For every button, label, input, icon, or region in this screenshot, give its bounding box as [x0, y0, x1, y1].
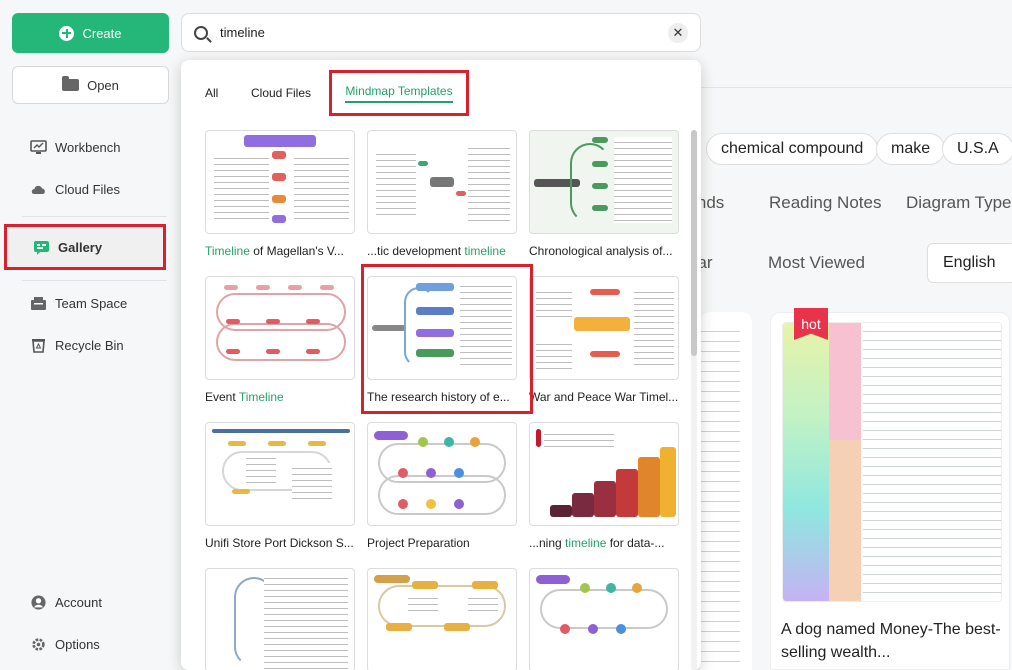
- result-thumbnail: [367, 568, 517, 670]
- tag-label: chemical compound: [721, 140, 864, 157]
- recycle-bin-icon: [32, 338, 45, 353]
- result-item[interactable]: [367, 568, 517, 670]
- result-item[interactable]: [529, 568, 679, 670]
- gallery-icon: [34, 240, 49, 255]
- cloud-icon: [31, 185, 45, 194]
- results-scrollbar[interactable]: [691, 130, 697, 670]
- result-thumbnail: [367, 422, 517, 526]
- language-select[interactable]: English: [927, 243, 1012, 283]
- open-label: Open: [87, 77, 119, 93]
- plus-icon: [59, 25, 75, 41]
- sidebar-item-label: Gallery: [58, 239, 103, 255]
- card-title: A dog named Money-The best-selling wealt…: [781, 621, 1001, 661]
- result-title: Event Timeline: [205, 390, 284, 404]
- result-title: Chronological analysis of...: [529, 244, 673, 258]
- card-thumbnail: [700, 322, 740, 670]
- tab-cloud-files[interactable]: Cloud Files: [251, 86, 311, 100]
- account-icon: [31, 594, 46, 610]
- category-reading-notes[interactable]: Reading Notes: [769, 193, 881, 213]
- sidebar-item-label: Account: [55, 594, 102, 610]
- result-thumbnail: [529, 422, 679, 526]
- gallery-card[interactable]: [770, 312, 1010, 670]
- sidebar: Create Open Workbench Cloud Files Galler…: [0, 0, 176, 670]
- sidebar-item-team-space[interactable]: Team Space: [30, 291, 127, 315]
- card-thumbnail: [782, 322, 1002, 602]
- result-thumbnail: [529, 276, 679, 380]
- search-input[interactable]: timeline ✕: [181, 13, 701, 52]
- result-title: Project Preparation: [367, 536, 470, 550]
- result-thumbnail: [529, 568, 679, 670]
- result-item[interactable]: War and Peace War Timel...: [529, 276, 679, 404]
- tab-label: Mindmap Templates: [345, 84, 453, 103]
- result-thumbnail: [205, 568, 355, 670]
- sidebar-divider: [22, 280, 167, 281]
- scrollbar-thumb[interactable]: [691, 130, 697, 356]
- result-thumbnail: [529, 130, 679, 234]
- result-tabs: All Cloud Files Mindmap Templates: [181, 60, 701, 120]
- sidebar-item-label: Recycle Bin: [55, 337, 124, 353]
- annotation-highlight: [361, 264, 533, 414]
- team-space-icon: [31, 296, 46, 310]
- sidebar-divider: [22, 216, 167, 217]
- create-button[interactable]: Create: [12, 13, 169, 53]
- sidebar-item-options[interactable]: Options: [30, 632, 100, 656]
- sidebar-item-cloud-files[interactable]: Cloud Files: [30, 177, 120, 201]
- clear-search-button[interactable]: ✕: [668, 22, 688, 43]
- tag-label: make: [891, 140, 931, 157]
- sidebar-item-label: Options: [55, 636, 100, 652]
- workbench-icon: [30, 139, 47, 154]
- open-button[interactable]: Open: [12, 66, 169, 104]
- result-item[interactable]: Project Preparation: [367, 422, 517, 550]
- result-item[interactable]: Unifi Store Port Dickson S...: [205, 422, 355, 550]
- result-item[interactable]: ...tic development timeline: [367, 130, 517, 258]
- result-thumbnail: [367, 130, 517, 234]
- tab-all[interactable]: All: [205, 86, 218, 100]
- sidebar-item-account[interactable]: Account: [30, 590, 102, 614]
- tab-mindmap-templates[interactable]: Mindmap Templates: [329, 70, 469, 116]
- category-diagram-type[interactable]: Diagram Type: [906, 193, 1012, 213]
- result-title: ...ning timeline for data-...: [529, 536, 665, 550]
- search-results-dropdown: All Cloud Files Mindmap Templates Timeli…: [181, 60, 701, 670]
- result-item[interactable]: Event Timeline: [205, 276, 355, 404]
- result-thumbnail: [205, 130, 355, 234]
- result-title: ...tic development timeline: [367, 244, 506, 258]
- gallery-top-area: [700, 58, 1012, 88]
- tag-usa[interactable]: U.S.A: [942, 133, 1012, 165]
- result-title: Unifi Store Port Dickson S...: [205, 536, 354, 550]
- sidebar-item-label: Team Space: [55, 295, 128, 311]
- result-item[interactable]: [205, 568, 355, 670]
- folder-icon: [62, 76, 80, 91]
- sidebar-item-workbench[interactable]: Workbench: [30, 135, 121, 159]
- search-icon: [194, 25, 208, 40]
- sort-most-viewed[interactable]: Most Viewed: [768, 253, 865, 273]
- tag-chemical-compound[interactable]: chemical compound: [706, 133, 879, 165]
- sidebar-item-label: Workbench: [55, 139, 121, 155]
- sidebar-item-recycle-bin[interactable]: Recycle Bin: [30, 333, 124, 357]
- result-thumbnail: [205, 422, 355, 526]
- search-value: timeline: [220, 25, 265, 40]
- sidebar-item-label: Cloud Files: [55, 181, 121, 197]
- result-title: Timeline of Magellan's V...: [205, 244, 344, 258]
- result-title: War and Peace War Timel...: [529, 390, 679, 404]
- sidebar-item-gallery[interactable]: Gallery: [4, 224, 166, 270]
- gear-icon: [32, 637, 45, 651]
- result-item[interactable]: Timeline of Magellan's V...: [205, 130, 355, 258]
- tag-make[interactable]: make: [876, 133, 946, 165]
- tag-label: U.S.A: [957, 140, 999, 157]
- create-label: Create: [82, 25, 122, 41]
- result-item[interactable]: ...ning timeline for data-...: [529, 422, 679, 550]
- result-item[interactable]: Chronological analysis of...: [529, 130, 679, 258]
- gallery-card[interactable]: [700, 312, 752, 670]
- result-thumbnail: [205, 276, 355, 380]
